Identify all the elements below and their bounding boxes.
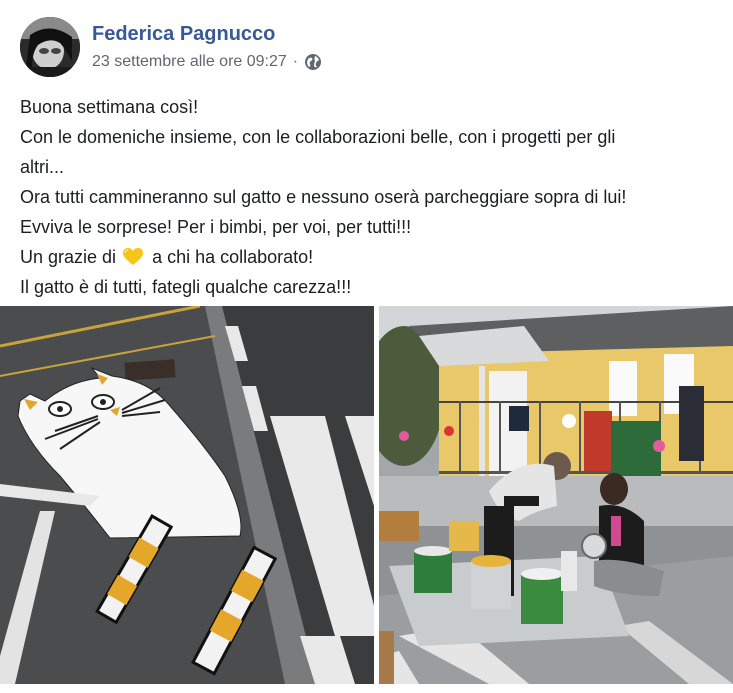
post-text: Buona settimana così! Con le domeniche i… <box>20 92 720 302</box>
thanks-after: a chi ha collaborato! <box>152 247 314 267</box>
photo-cat-painting[interactable] <box>0 306 374 684</box>
photo-grid <box>0 306 733 684</box>
text-line: Buona settimana così! <box>20 97 199 117</box>
text-line: Con le domeniche insieme, con le collabo… <box>20 127 616 147</box>
text-line: Il gatto è di tutti, fategli qualche car… <box>20 277 352 297</box>
author-name[interactable]: Federica Pagnucco <box>92 23 275 46</box>
thanks-before: Un grazie di <box>20 247 117 267</box>
facebook-post: Federica Pagnucco 23 settembre alle ore … <box>0 0 733 693</box>
text-line: Ora tutti cammineranno sul gatto e nessu… <box>20 187 627 207</box>
post-meta: 23 settembre alle ore 09:27 · <box>92 53 322 71</box>
post-header: Federica Pagnucco 23 settembre alle ore … <box>20 17 720 77</box>
text-line: altri... <box>20 157 65 177</box>
photo-volunteers-painting[interactable] <box>379 306 733 684</box>
post-bottom-spacer <box>0 684 733 693</box>
globe-icon[interactable] <box>304 53 322 71</box>
yellow-heart-icon <box>123 245 144 265</box>
text-line: Evviva le sorprese! Per i bimbi, per voi… <box>20 217 412 237</box>
post-timestamp[interactable]: 23 settembre alle ore 09:27 <box>92 53 287 71</box>
meta-separator: · <box>292 53 299 70</box>
thanks-line: Un grazie di a chi ha collaborato! <box>20 242 720 272</box>
avatar[interactable] <box>20 17 80 77</box>
